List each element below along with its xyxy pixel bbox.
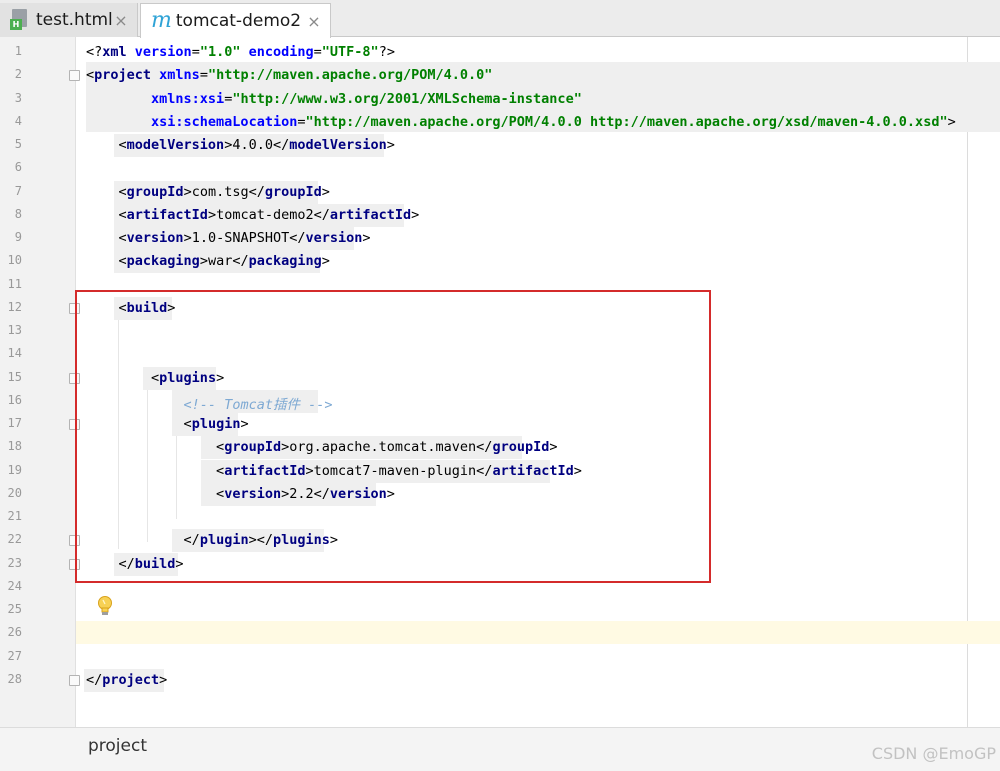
- code-line[interactable]: 2 <project xmlns="http://maven.apache.org…: [0, 64, 1000, 87]
- watermark: CSDN @EmoGP: [871, 744, 996, 763]
- line-number: 14: [7, 346, 22, 361]
- code-line[interactable]: 1 <?xml version="1.0" encoding="UTF-8"?>: [0, 41, 1000, 64]
- line-number: 11: [7, 276, 22, 291]
- line-number: 18: [7, 439, 22, 454]
- line-number: 16: [7, 392, 22, 407]
- code-text: xsi:schemaLocation="http://maven.apache.…: [151, 113, 956, 130]
- line-number: 2: [14, 67, 22, 82]
- close-icon[interactable]: ×: [306, 12, 322, 31]
- code-line[interactable]: 27: [0, 646, 1000, 669]
- line-number: 27: [7, 648, 22, 663]
- line-number: 24: [7, 578, 22, 593]
- code-text: xmlns:xsi="http://www.w3.org/2001/XMLSch…: [151, 90, 582, 107]
- line-number: 10: [7, 253, 22, 268]
- line-number: 19: [7, 462, 22, 477]
- maven-m-icon: m: [151, 8, 172, 33]
- line-number: 22: [7, 532, 22, 547]
- fold-marker-icon[interactable]: [69, 674, 80, 686]
- code-text: <version>1.0-SNAPSHOT</version>: [118, 230, 371, 246]
- code-line[interactable]: 5 <modelVersion>4.0.0</modelVersion>: [0, 134, 1000, 157]
- code-text: <modelVersion>4.0.0</modelVersion>: [118, 137, 395, 153]
- code-line[interactable]: 25: [0, 599, 1000, 622]
- line-number: 1: [14, 44, 22, 58]
- line-number: 17: [7, 416, 22, 430]
- tab-label: tomcat-demo2: [175, 11, 302, 31]
- line-number: 3: [14, 90, 22, 105]
- line-number: 7: [14, 183, 22, 198]
- lightbulb-icon[interactable]: [96, 595, 114, 617]
- breadcrumb-item-project[interactable]: project: [88, 736, 147, 756]
- annotation-box: [75, 290, 711, 583]
- code-line[interactable]: 4 xsi:schemaLocation="http://maven.apach…: [0, 111, 1000, 134]
- line-number: 25: [7, 602, 22, 616]
- code-line[interactable]: 3 xmlns:xsi="http://www.w3.org/2001/XMLS…: [0, 88, 1000, 111]
- tab-test-html[interactable]: H test.html ×: [0, 3, 138, 37]
- html-file-icon: H: [10, 9, 30, 31]
- line-number: 20: [7, 485, 22, 500]
- line-number: 28: [7, 671, 22, 686]
- code-line[interactable]: 6: [0, 157, 1000, 180]
- code-text: </project>: [86, 671, 168, 688]
- line-number: 21: [7, 509, 22, 523]
- line-number: 13: [7, 323, 22, 337]
- line-number: 5: [14, 137, 22, 151]
- code-line[interactable]: 8 <artifactId>tomcat-demo2</artifactId>: [0, 203, 1000, 227]
- line-number: 26: [7, 625, 22, 640]
- code-line[interactable]: 7 <groupId>com.tsg</groupId>: [0, 180, 1000, 204]
- code-line[interactable]: 9 <version>1.0-SNAPSHOT</version>: [0, 227, 1000, 250]
- editor-tab-bar: H test.html × m tomcat-demo2 ×: [0, 0, 1000, 38]
- code-line[interactable]: 26: [0, 622, 1000, 645]
- line-number: 23: [7, 555, 22, 570]
- line-number: 9: [14, 230, 22, 244]
- tab-tomcat-demo2[interactable]: m tomcat-demo2 ×: [140, 3, 331, 38]
- line-number: 6: [14, 160, 22, 175]
- breadcrumb: project: [0, 727, 1000, 771]
- line-number: 4: [14, 113, 22, 128]
- code-line[interactable]: 28 </project>: [0, 668, 1000, 692]
- line-number: 15: [7, 369, 22, 384]
- code-line[interactable]: 10 <packaging>war</packaging>: [0, 250, 1000, 274]
- code-text: <artifactId>tomcat-demo2</artifactId>: [118, 206, 420, 223]
- code-text: <groupId>com.tsg</groupId>: [118, 183, 330, 200]
- code-text: <packaging>war</packaging>: [118, 253, 330, 270]
- code-text: <project xmlns="http://maven.apache.org/…: [86, 67, 493, 84]
- fold-marker-icon[interactable]: [69, 70, 80, 82]
- line-number: 12: [7, 299, 22, 314]
- close-icon[interactable]: ×: [113, 11, 129, 30]
- tab-label: test.html: [36, 10, 113, 30]
- code-editor[interactable]: 1 <?xml version="1.0" encoding="UTF-8"?> 2…: [0, 37, 1000, 727]
- line-number: 8: [14, 206, 22, 221]
- code-text: <?xml version="1.0" encoding="UTF-8"?>: [86, 44, 395, 60]
